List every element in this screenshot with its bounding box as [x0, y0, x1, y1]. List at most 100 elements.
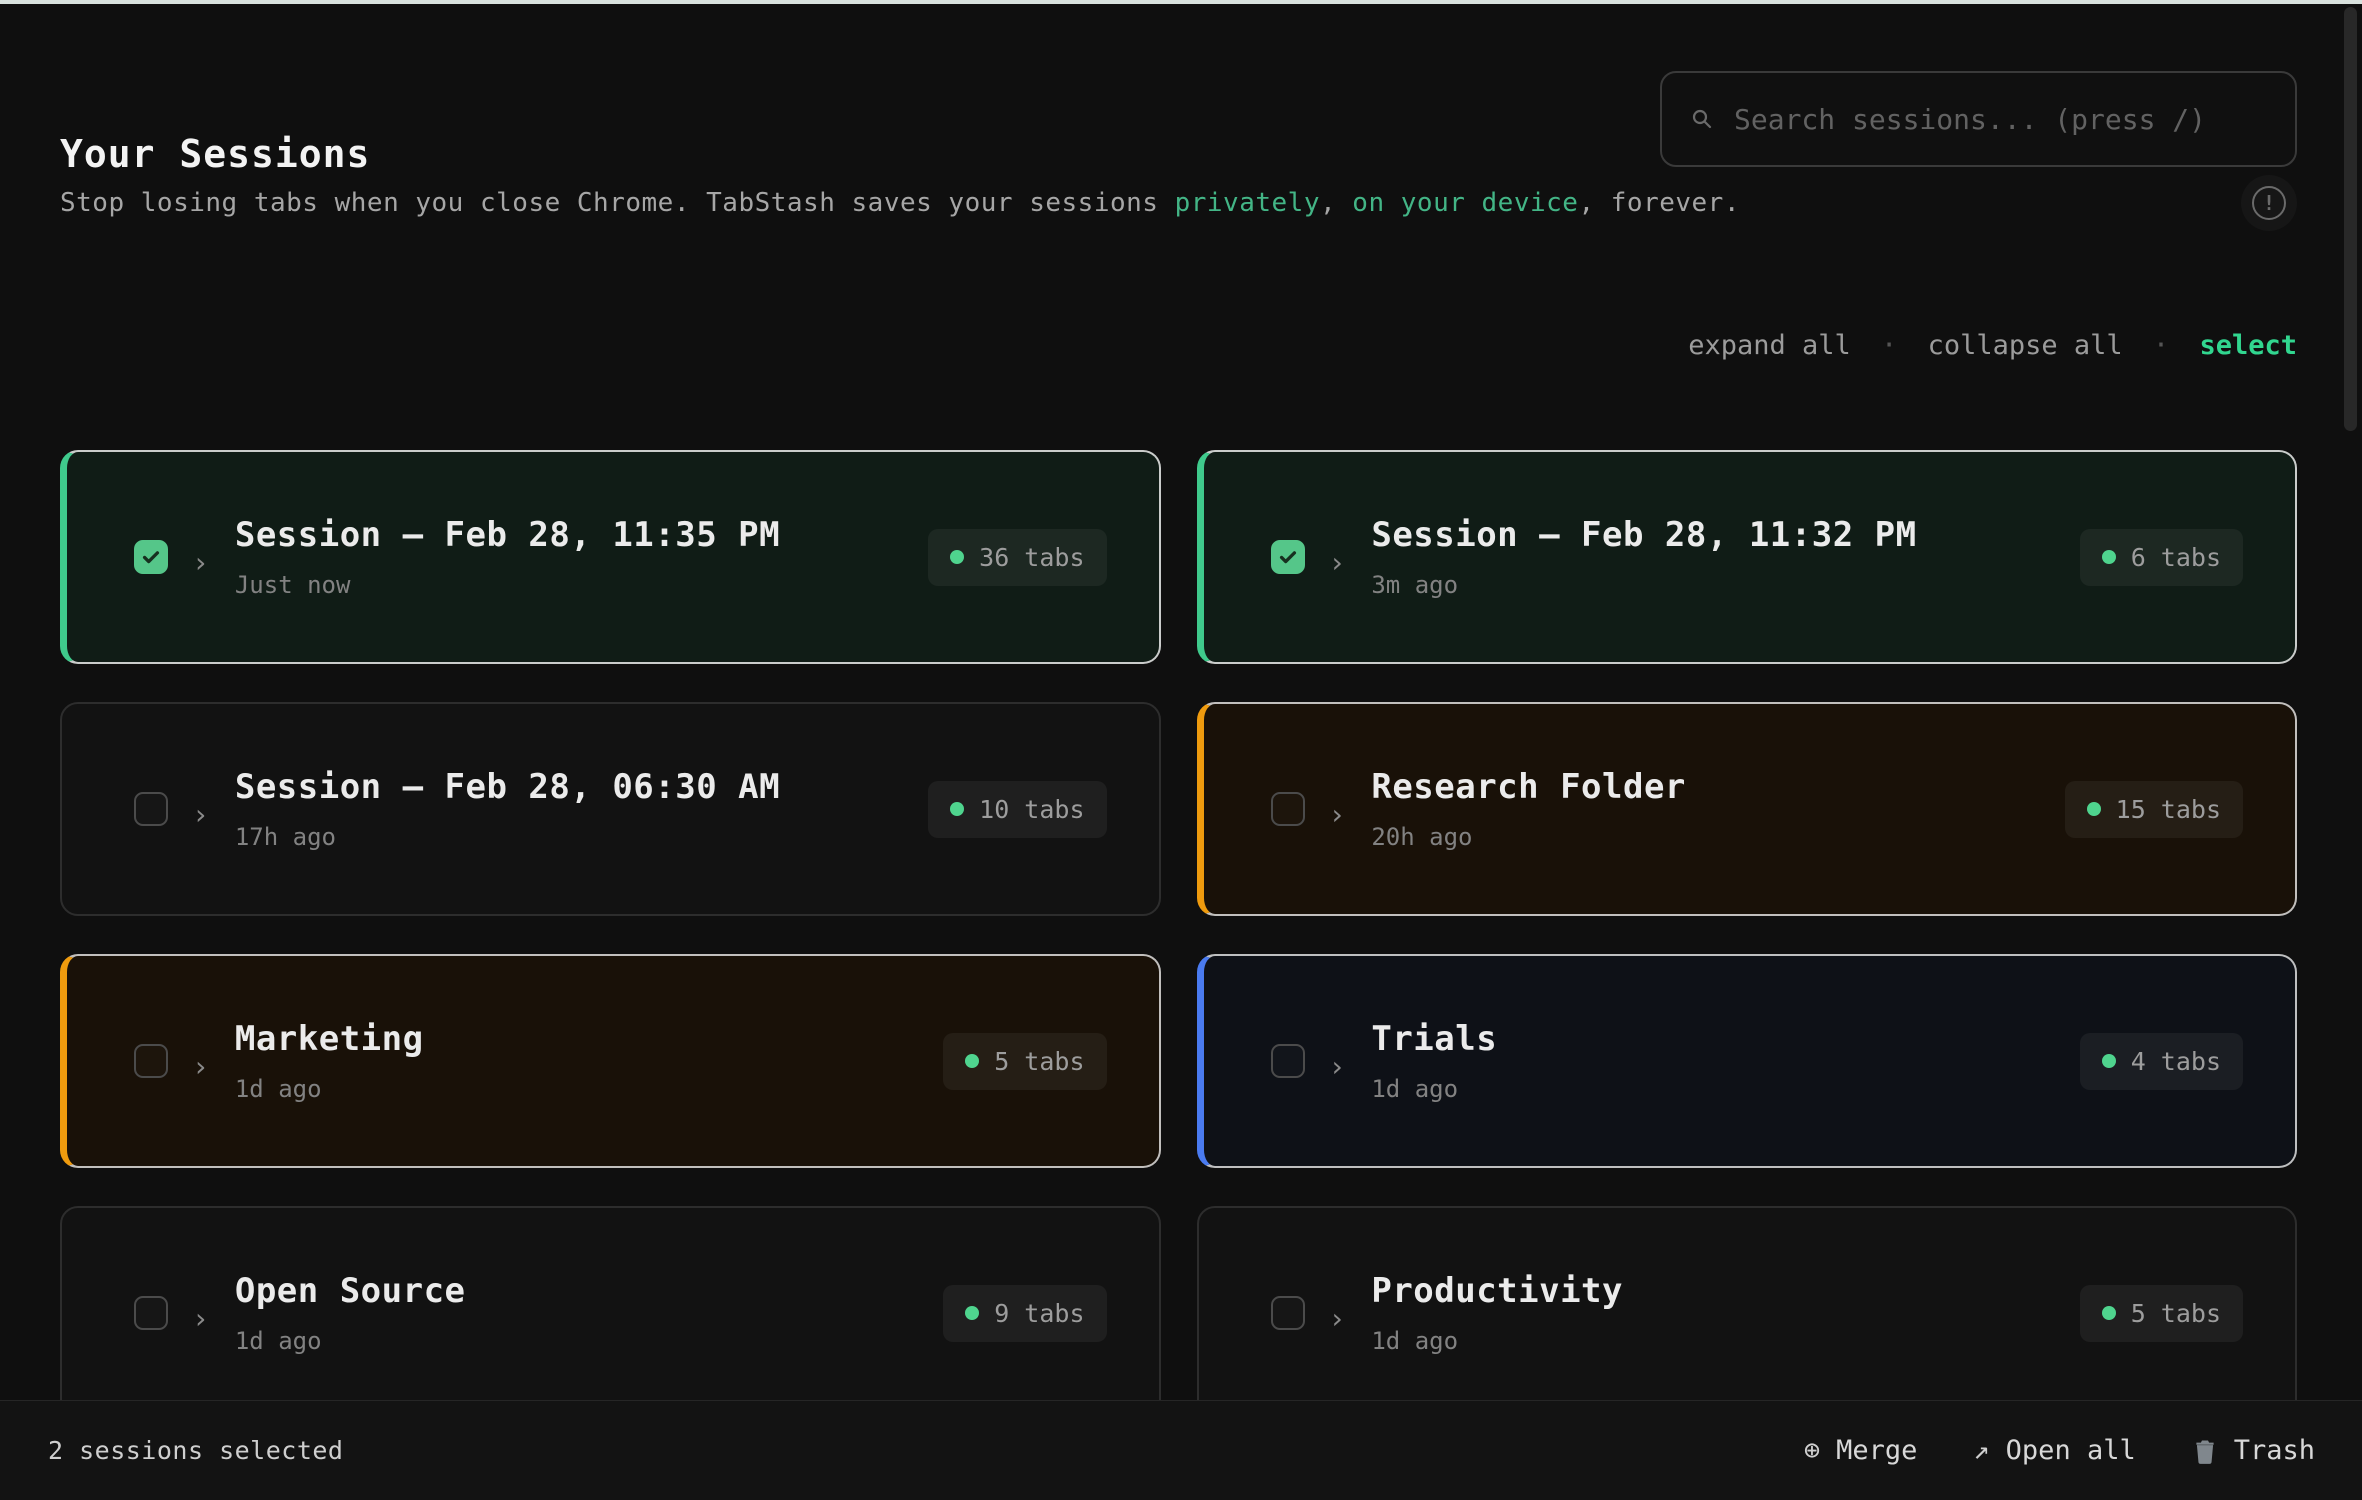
sessions-page: Your Sessions Stop losing tabs when you … — [0, 4, 2362, 1420]
session-title: Session — Feb 28, 11:35 PM — [235, 515, 780, 555]
tab-count-label: 5 tabs — [994, 1047, 1084, 1076]
search-icon — [1690, 107, 1714, 131]
tab-count-label: 5 tabs — [2131, 1299, 2221, 1328]
merge-icon: ⊕ — [1804, 1435, 1820, 1466]
selection-status: 2 sessions selected — [48, 1436, 343, 1465]
session-title: Trials — [1371, 1019, 1497, 1059]
session-title: Marketing — [235, 1019, 424, 1059]
open-all-button[interactable]: ↗ Open all — [1973, 1435, 2135, 1466]
session-time: 3m ago — [1371, 571, 1916, 599]
chevron-right-icon[interactable]: › — [1329, 1305, 1346, 1333]
separator-dot: · — [2153, 330, 2169, 361]
session-checkbox[interactable] — [134, 1296, 168, 1330]
tab-count-badge: 5 tabs — [2080, 1285, 2243, 1342]
session-card[interactable]: › Marketing 1d ago 5 tabs — [60, 954, 1161, 1168]
session-checkbox[interactable] — [1271, 540, 1305, 574]
session-info: Marketing 1d ago — [235, 1019, 424, 1103]
footer-actions: ⊕ Merge ↗ Open all Trash — [1804, 1435, 2315, 1466]
trash-label: Trash — [2234, 1435, 2315, 1466]
search-box[interactable] — [1660, 71, 2297, 167]
session-time: 1d ago — [1371, 1327, 1623, 1355]
tab-count-label: 9 tabs — [994, 1299, 1084, 1328]
session-card[interactable]: › Session — Feb 28, 06:30 AM 17h ago 10 … — [60, 702, 1161, 916]
session-card[interactable]: › Trials 1d ago 4 tabs — [1197, 954, 2298, 1168]
trash-icon — [2192, 1437, 2218, 1465]
session-title: Productivity — [1371, 1271, 1623, 1311]
select-button[interactable]: select — [2199, 330, 2297, 361]
tab-dot-icon — [965, 1306, 979, 1320]
tagline-tail: , forever. — [1578, 188, 1740, 218]
tagline-row: Stop losing tabs when you close Chrome. … — [60, 175, 2297, 231]
tab-dot-icon — [2102, 1306, 2116, 1320]
session-info: Session — Feb 28, 11:35 PM Just now — [235, 515, 780, 599]
session-checkbox[interactable] — [1271, 792, 1305, 826]
chevron-right-icon[interactable]: › — [192, 801, 209, 829]
chevron-right-icon[interactable]: › — [192, 549, 209, 577]
session-title: Open Source — [235, 1271, 466, 1311]
tab-count-label: 36 tabs — [979, 543, 1084, 572]
session-card[interactable]: › Productivity 1d ago 5 tabs — [1197, 1206, 2298, 1420]
session-time: 1d ago — [1371, 1075, 1497, 1103]
tagline: Stop losing tabs when you close Chrome. … — [60, 188, 1740, 218]
session-info: Research Folder 20h ago — [1371, 767, 1686, 851]
session-info: Open Source 1d ago — [235, 1271, 466, 1355]
merge-label: Merge — [1836, 1435, 1917, 1466]
session-checkbox[interactable] — [134, 540, 168, 574]
session-time: 20h ago — [1371, 823, 1686, 851]
session-card[interactable]: › Session — Feb 28, 11:35 PM Just now 36… — [60, 450, 1161, 664]
sessions-grid: › Session — Feb 28, 11:35 PM Just now 36… — [60, 450, 2297, 1420]
tab-dot-icon — [950, 550, 964, 564]
tab-count-label: 10 tabs — [979, 795, 1084, 824]
session-card[interactable]: › Research Folder 20h ago 15 tabs — [1197, 702, 2298, 916]
session-checkbox[interactable] — [134, 1044, 168, 1078]
tab-dot-icon — [965, 1054, 979, 1068]
session-info: Session — Feb 28, 06:30 AM 17h ago — [235, 767, 780, 851]
check-icon — [1277, 546, 1299, 568]
tab-count-badge: 9 tabs — [943, 1285, 1106, 1342]
tab-count-badge: 5 tabs — [943, 1033, 1106, 1090]
expand-all-button[interactable]: expand all — [1688, 330, 1851, 361]
chevron-right-icon[interactable]: › — [192, 1053, 209, 1081]
session-time: Just now — [235, 571, 780, 599]
chevron-right-icon[interactable]: › — [1329, 1053, 1346, 1081]
tab-count-badge: 15 tabs — [2065, 781, 2243, 838]
session-time: 1d ago — [235, 1075, 424, 1103]
chevron-right-icon[interactable]: › — [1329, 801, 1346, 829]
open-all-label: Open all — [2006, 1435, 2136, 1466]
page-title: Your Sessions — [60, 135, 370, 173]
tagline-lead: Stop losing tabs when you close Chrome. … — [60, 188, 1175, 218]
session-card[interactable]: › Open Source 1d ago 9 tabs — [60, 1206, 1161, 1420]
session-info: Session — Feb 28, 11:32 PM 3m ago — [1371, 515, 1916, 599]
session-time: 17h ago — [235, 823, 780, 851]
session-checkbox[interactable] — [134, 792, 168, 826]
chevron-right-icon[interactable]: › — [192, 1305, 209, 1333]
info-button[interactable]: ! — [2241, 175, 2297, 231]
session-title: Session — Feb 28, 06:30 AM — [235, 767, 780, 807]
check-icon — [140, 546, 162, 568]
search-input[interactable] — [1732, 102, 2267, 137]
session-card[interactable]: › Session — Feb 28, 11:32 PM 3m ago 6 ta… — [1197, 450, 2298, 664]
tab-count-badge: 36 tabs — [928, 529, 1106, 586]
scrollbar-thumb[interactable] — [2344, 7, 2357, 431]
session-title: Research Folder — [1371, 767, 1686, 807]
open-all-icon: ↗ — [1973, 1435, 1989, 1466]
session-checkbox[interactable] — [1271, 1044, 1305, 1078]
footer: 2 sessions selected ⊕ Merge ↗ Open all T… — [0, 1400, 2362, 1500]
page-header: Your Sessions — [60, 71, 2297, 167]
tagline-mid: , — [1320, 188, 1352, 218]
tab-count-label: 6 tabs — [2131, 543, 2221, 572]
separator-dot: · — [1881, 330, 1897, 361]
collapse-all-button[interactable]: collapse all — [1928, 330, 2123, 361]
merge-button[interactable]: ⊕ Merge — [1804, 1435, 1918, 1466]
tab-dot-icon — [950, 802, 964, 816]
tab-dot-icon — [2102, 1054, 2116, 1068]
trash-button[interactable]: Trash — [2192, 1435, 2315, 1466]
chevron-right-icon[interactable]: › — [1329, 549, 1346, 577]
view-controls: expand all · collapse all · select — [60, 329, 2297, 363]
tab-count-badge: 10 tabs — [928, 781, 1106, 838]
tab-count-badge: 6 tabs — [2080, 529, 2243, 586]
tab-dot-icon — [2087, 802, 2101, 816]
session-checkbox[interactable] — [1271, 1296, 1305, 1330]
tagline-highlight-device: on your device — [1352, 188, 1578, 218]
tab-dot-icon — [2102, 550, 2116, 564]
